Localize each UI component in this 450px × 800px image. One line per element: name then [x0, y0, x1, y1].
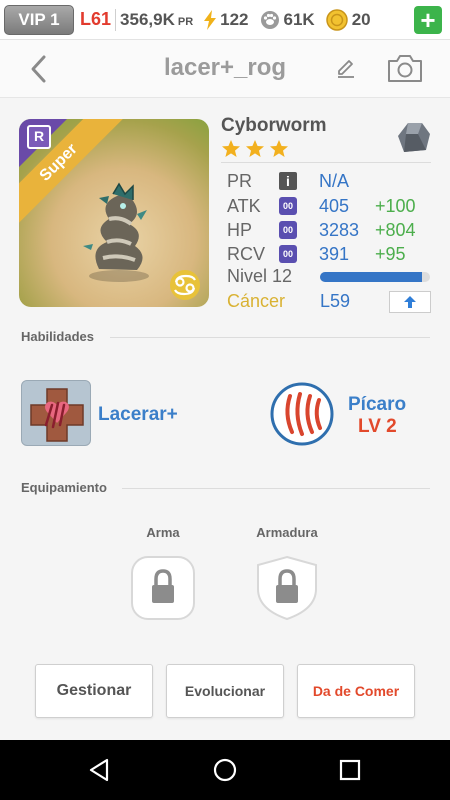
power-rating: 356,9K PR	[120, 10, 193, 30]
weapon-slot[interactable]	[130, 555, 196, 621]
stat-bonus: +804	[375, 219, 416, 240]
paw-value: 61K	[283, 9, 315, 29]
status-bar: VIP 1 L61 356,9K PR 122 61K 20 +	[0, 0, 450, 40]
xp-progress-bar	[320, 272, 430, 282]
pencil-icon	[338, 60, 354, 78]
skill-button[interactable]	[21, 380, 91, 446]
arrow-up-icon	[404, 296, 416, 308]
weapon-slot-label: Arma	[146, 525, 180, 540]
class-level: LV 2	[358, 416, 397, 437]
skill-name[interactable]: Lacerar+	[98, 404, 178, 426]
energy-counter[interactable]: 122	[203, 9, 249, 30]
stat-upgrade-icon: 00	[279, 245, 297, 263]
vip-badge[interactable]: VIP 1	[4, 4, 74, 35]
stat-upgrade-icon: 00	[279, 221, 297, 239]
class-name: Pícaro	[348, 394, 407, 415]
divider	[122, 488, 430, 489]
section-title-skills: Habilidades	[21, 329, 94, 344]
coin-value: 20	[351, 9, 371, 29]
back-triangle-icon[interactable]	[87, 757, 113, 783]
divider	[115, 8, 117, 31]
rank-badge: R	[27, 125, 51, 149]
stat-row-atk: ATK 00 405 +100	[227, 195, 416, 217]
energy-value: 122	[220, 9, 249, 29]
monster-portrait[interactable]: Super R	[19, 119, 209, 307]
star-icon	[222, 140, 240, 157]
stat-value: 3283	[319, 219, 360, 240]
lightning-icon	[203, 9, 217, 30]
power-rating-value: 356,9K	[120, 9, 175, 29]
info-icon[interactable]: i	[279, 172, 297, 190]
evolve-button[interactable]: Evolucionar	[166, 664, 284, 718]
home-circle-icon[interactable]	[212, 757, 238, 783]
coin-icon	[325, 8, 349, 31]
stat-value: 391	[319, 243, 350, 264]
camera-icon	[388, 55, 422, 82]
stat-row-hp: HP 00 3283 +804	[227, 219, 416, 241]
power-rating-unit: PR	[177, 15, 194, 28]
stat-upgrade-icon: 00	[279, 197, 297, 215]
divider	[110, 337, 430, 338]
player-level: L61	[80, 9, 112, 29]
monster-name: Cyborworm	[221, 115, 327, 136]
zodiac-sign: Cáncer	[227, 291, 286, 311]
page-header: lacer+_rog	[0, 40, 450, 98]
monster-level: Nivel 12	[227, 266, 293, 286]
stat-label: ATK	[227, 195, 261, 216]
stat-label: RCV	[227, 243, 266, 264]
stat-bonus: +95	[375, 243, 406, 264]
rogue-class-icon[interactable]	[270, 382, 334, 446]
coin-counter[interactable]: 20	[325, 8, 371, 31]
star-icon	[270, 140, 288, 157]
feed-button[interactable]: Da de Comer	[297, 664, 415, 718]
camera-button[interactable]	[386, 52, 424, 84]
max-level: L59	[320, 291, 351, 311]
cyborworm-sprite-icon	[83, 182, 149, 282]
star-icon	[246, 140, 264, 157]
paw-counter[interactable]: 61K	[259, 10, 315, 30]
edit-name-button[interactable]	[334, 56, 358, 80]
stat-value: 405	[319, 195, 350, 216]
stat-label: HP	[227, 219, 253, 240]
cancer-sign-icon	[170, 270, 200, 300]
stat-bonus: +100	[375, 195, 416, 216]
add-currency-button[interactable]: +	[414, 6, 442, 34]
stat-value: N/A	[319, 170, 350, 191]
level-up-button[interactable]	[389, 291, 431, 313]
stat-row-pr: PR i N/A	[227, 170, 375, 192]
section-title-equipment: Equipamiento	[21, 480, 107, 495]
xp-progress-fill	[320, 272, 423, 282]
star-rating	[221, 139, 289, 159]
divider	[221, 162, 431, 163]
stat-row-rcv: RCV 00 391 +95	[227, 243, 406, 265]
paw-icon	[259, 10, 281, 30]
armor-slot[interactable]	[254, 555, 320, 621]
recents-square-icon[interactable]	[337, 757, 363, 783]
bleeding-cross-icon	[30, 388, 84, 442]
page-title: lacer+_rog	[163, 54, 287, 81]
armor-slot-label: Armadura	[256, 525, 318, 540]
manage-button[interactable]: Gestionar	[35, 664, 153, 718]
element-gem-icon[interactable]	[396, 120, 432, 156]
stat-label: PR	[227, 170, 253, 191]
system-nav-bar	[0, 740, 450, 800]
